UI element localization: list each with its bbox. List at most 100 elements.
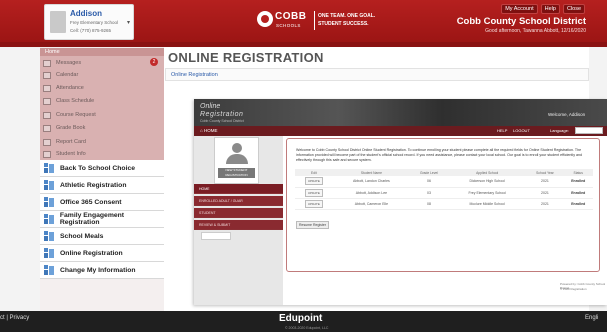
frame-help-link[interactable]: HELP	[497, 128, 507, 133]
sidebar-item-label: Office 365 Consent	[60, 198, 122, 206]
calendar-icon	[43, 71, 51, 79]
help-link[interactable]: Help	[540, 4, 560, 14]
footer-copyright: © 2003-2020 Edupoint, LLC	[285, 326, 329, 330]
logo-divider	[314, 11, 315, 30]
resume-register-button[interactable]: Resume Register	[296, 221, 329, 229]
frame-menu-home[interactable]: HOME	[194, 184, 283, 194]
sidebar-item-label: Calendar	[56, 72, 79, 78]
people-icon	[44, 231, 54, 241]
user-name: Addison	[70, 9, 102, 18]
sidebar-item-class-schedule[interactable]: Class Schedule	[43, 96, 160, 106]
sidebar-item-report-card[interactable]: Report Card	[43, 137, 160, 147]
grade-level: 03	[410, 187, 448, 199]
grade-level: 06	[410, 176, 448, 188]
status: Enrolled	[563, 198, 593, 210]
gradebook-icon	[43, 124, 51, 132]
student-info-icon	[43, 150, 51, 158]
sidebar-item-course-request[interactable]: Course Request	[43, 110, 160, 120]
people-icon	[44, 265, 54, 275]
breadcrumb-bar	[165, 68, 589, 81]
sidebar-item-office-365-consent[interactable]: Office 365 Consent	[40, 194, 164, 211]
sidebar-item-family-engagement[interactable]: Family Engagement Registration	[40, 211, 164, 228]
sidebar-item-messages[interactable]: Messages	[43, 58, 160, 68]
sidebar-home[interactable]: Home	[40, 48, 164, 56]
frame-banner	[194, 99, 607, 126]
logo-brand: COBB	[275, 11, 307, 22]
greeting-text: Good afternoon, Tawanna Abbott, 12/16/20…	[485, 28, 586, 34]
frame-menu-review[interactable]: REVIEW & SUBMIT	[194, 220, 283, 230]
column-header: Applied School	[447, 169, 527, 176]
school-year: 2021	[526, 198, 564, 210]
frame-home-link[interactable]: ⌂ HOME	[200, 128, 217, 133]
column-header: Status	[563, 169, 593, 176]
column-header: Student Name	[332, 169, 411, 176]
update-button[interactable]: UPDATE	[304, 177, 323, 186]
applied-school: Frey Elementary School	[447, 187, 527, 199]
sidebar-item-label: Online Registration	[60, 249, 123, 257]
logo-tagline-1: ONE TEAM. ONE GOAL.	[318, 13, 376, 19]
table-row: UPDATE Abbott, Addison Lee 03 Frey Eleme…	[295, 187, 593, 199]
column-header: Edit	[295, 169, 333, 176]
language-link[interactable]: Engli	[585, 315, 598, 321]
user-avatar	[50, 11, 66, 33]
frame-side-input[interactable]	[201, 232, 231, 240]
edupoint-logo: Edupoint	[279, 313, 323, 324]
sidebar-item-label: Report Card	[56, 139, 86, 145]
envelope-icon	[43, 59, 51, 67]
chevron-down-icon[interactable]: ▾	[127, 19, 130, 26]
frame-home-label: HOME	[203, 128, 218, 133]
my-account-link[interactable]: My Account	[501, 4, 538, 14]
people-icon	[44, 214, 54, 224]
update-button[interactable]: UPDATE	[304, 188, 323, 197]
sidebar-item-label: Change My Information	[60, 266, 136, 274]
school-year: 2021	[526, 176, 564, 188]
logo-tagline-2: STUDENT SUCCESS.	[318, 21, 369, 27]
report-card-icon	[43, 138, 51, 146]
logo-sub: SCHOOLS	[276, 23, 301, 28]
sidebar-item-label: School Meals	[60, 232, 104, 240]
update-button[interactable]: UPDATE	[304, 199, 323, 208]
sidebar-item-calendar[interactable]: Calendar	[43, 70, 160, 80]
sidebar-item-grade-book[interactable]: Grade Book	[43, 123, 160, 133]
sidebar-item-label: Class Schedule	[56, 98, 95, 104]
column-header: Grade Level	[410, 169, 448, 176]
people-icon	[44, 180, 54, 190]
status: Enrolled	[563, 176, 593, 188]
frame-logout-link[interactable]: LOGOUT	[513, 128, 530, 133]
district-name: Cobb County School District	[456, 16, 586, 27]
page-title: ONLINE REGISTRATION	[168, 50, 324, 65]
user-phone: Cell: (770) 875-9265	[70, 28, 112, 33]
frame-logo-line-1: Online	[200, 103, 221, 110]
sidebar-item-school-meals[interactable]: School Meals	[40, 228, 164, 245]
close-link[interactable]: Close	[562, 4, 585, 14]
sidebar-item-student-info[interactable]: Student Info	[43, 149, 160, 159]
intro-text: Welcome to Cobb County School District O…	[296, 148, 583, 162]
table-header-row: Edit Student Name Grade Level Applied Sc…	[295, 169, 593, 176]
people-icon	[44, 163, 54, 173]
column-header: School Year	[526, 169, 564, 176]
attendance-icon	[43, 84, 51, 92]
frame-menu-student[interactable]: STUDENT	[194, 208, 283, 218]
cobb-logo-icon	[257, 11, 273, 27]
user-selector[interactable]: Addison Frey Elementary School Cell: (77…	[44, 4, 134, 40]
sidebar-item-label: Attendance	[56, 85, 84, 91]
top-links: My Account Help Close	[501, 4, 585, 14]
frame-logo-line-2: Registration	[200, 111, 244, 118]
sidebar-item-online-registration[interactable]: Online Registration	[40, 245, 164, 262]
breadcrumb[interactable]: Online Registration	[171, 72, 218, 78]
sidebar-item-back-to-school-choice[interactable]: Back To School Choice	[40, 160, 164, 177]
student-name: Abbott, Addison Lee	[332, 187, 411, 199]
sidebar-item-attendance[interactable]: Attendance	[43, 83, 160, 93]
language-select[interactable]	[575, 127, 603, 134]
course-icon	[43, 111, 51, 119]
people-icon	[44, 248, 54, 258]
sidebar-item-athletic-registration[interactable]: Athletic Registration	[40, 177, 164, 194]
privacy-links[interactable]: ct | Privacy	[0, 315, 29, 321]
grade-level: 08	[410, 198, 448, 210]
sidebar-item-label: Course Request	[56, 112, 96, 118]
applied-school: Dickerson High School	[447, 176, 527, 188]
sidebar-item-change-my-information[interactable]: Change My Information	[40, 262, 164, 279]
user-school: Frey Elementary School	[70, 20, 119, 25]
frame-menu-guardian[interactable]: ENROLLED ADULT / GUAR	[194, 196, 283, 206]
frame-language-label: Language:	[550, 128, 569, 133]
